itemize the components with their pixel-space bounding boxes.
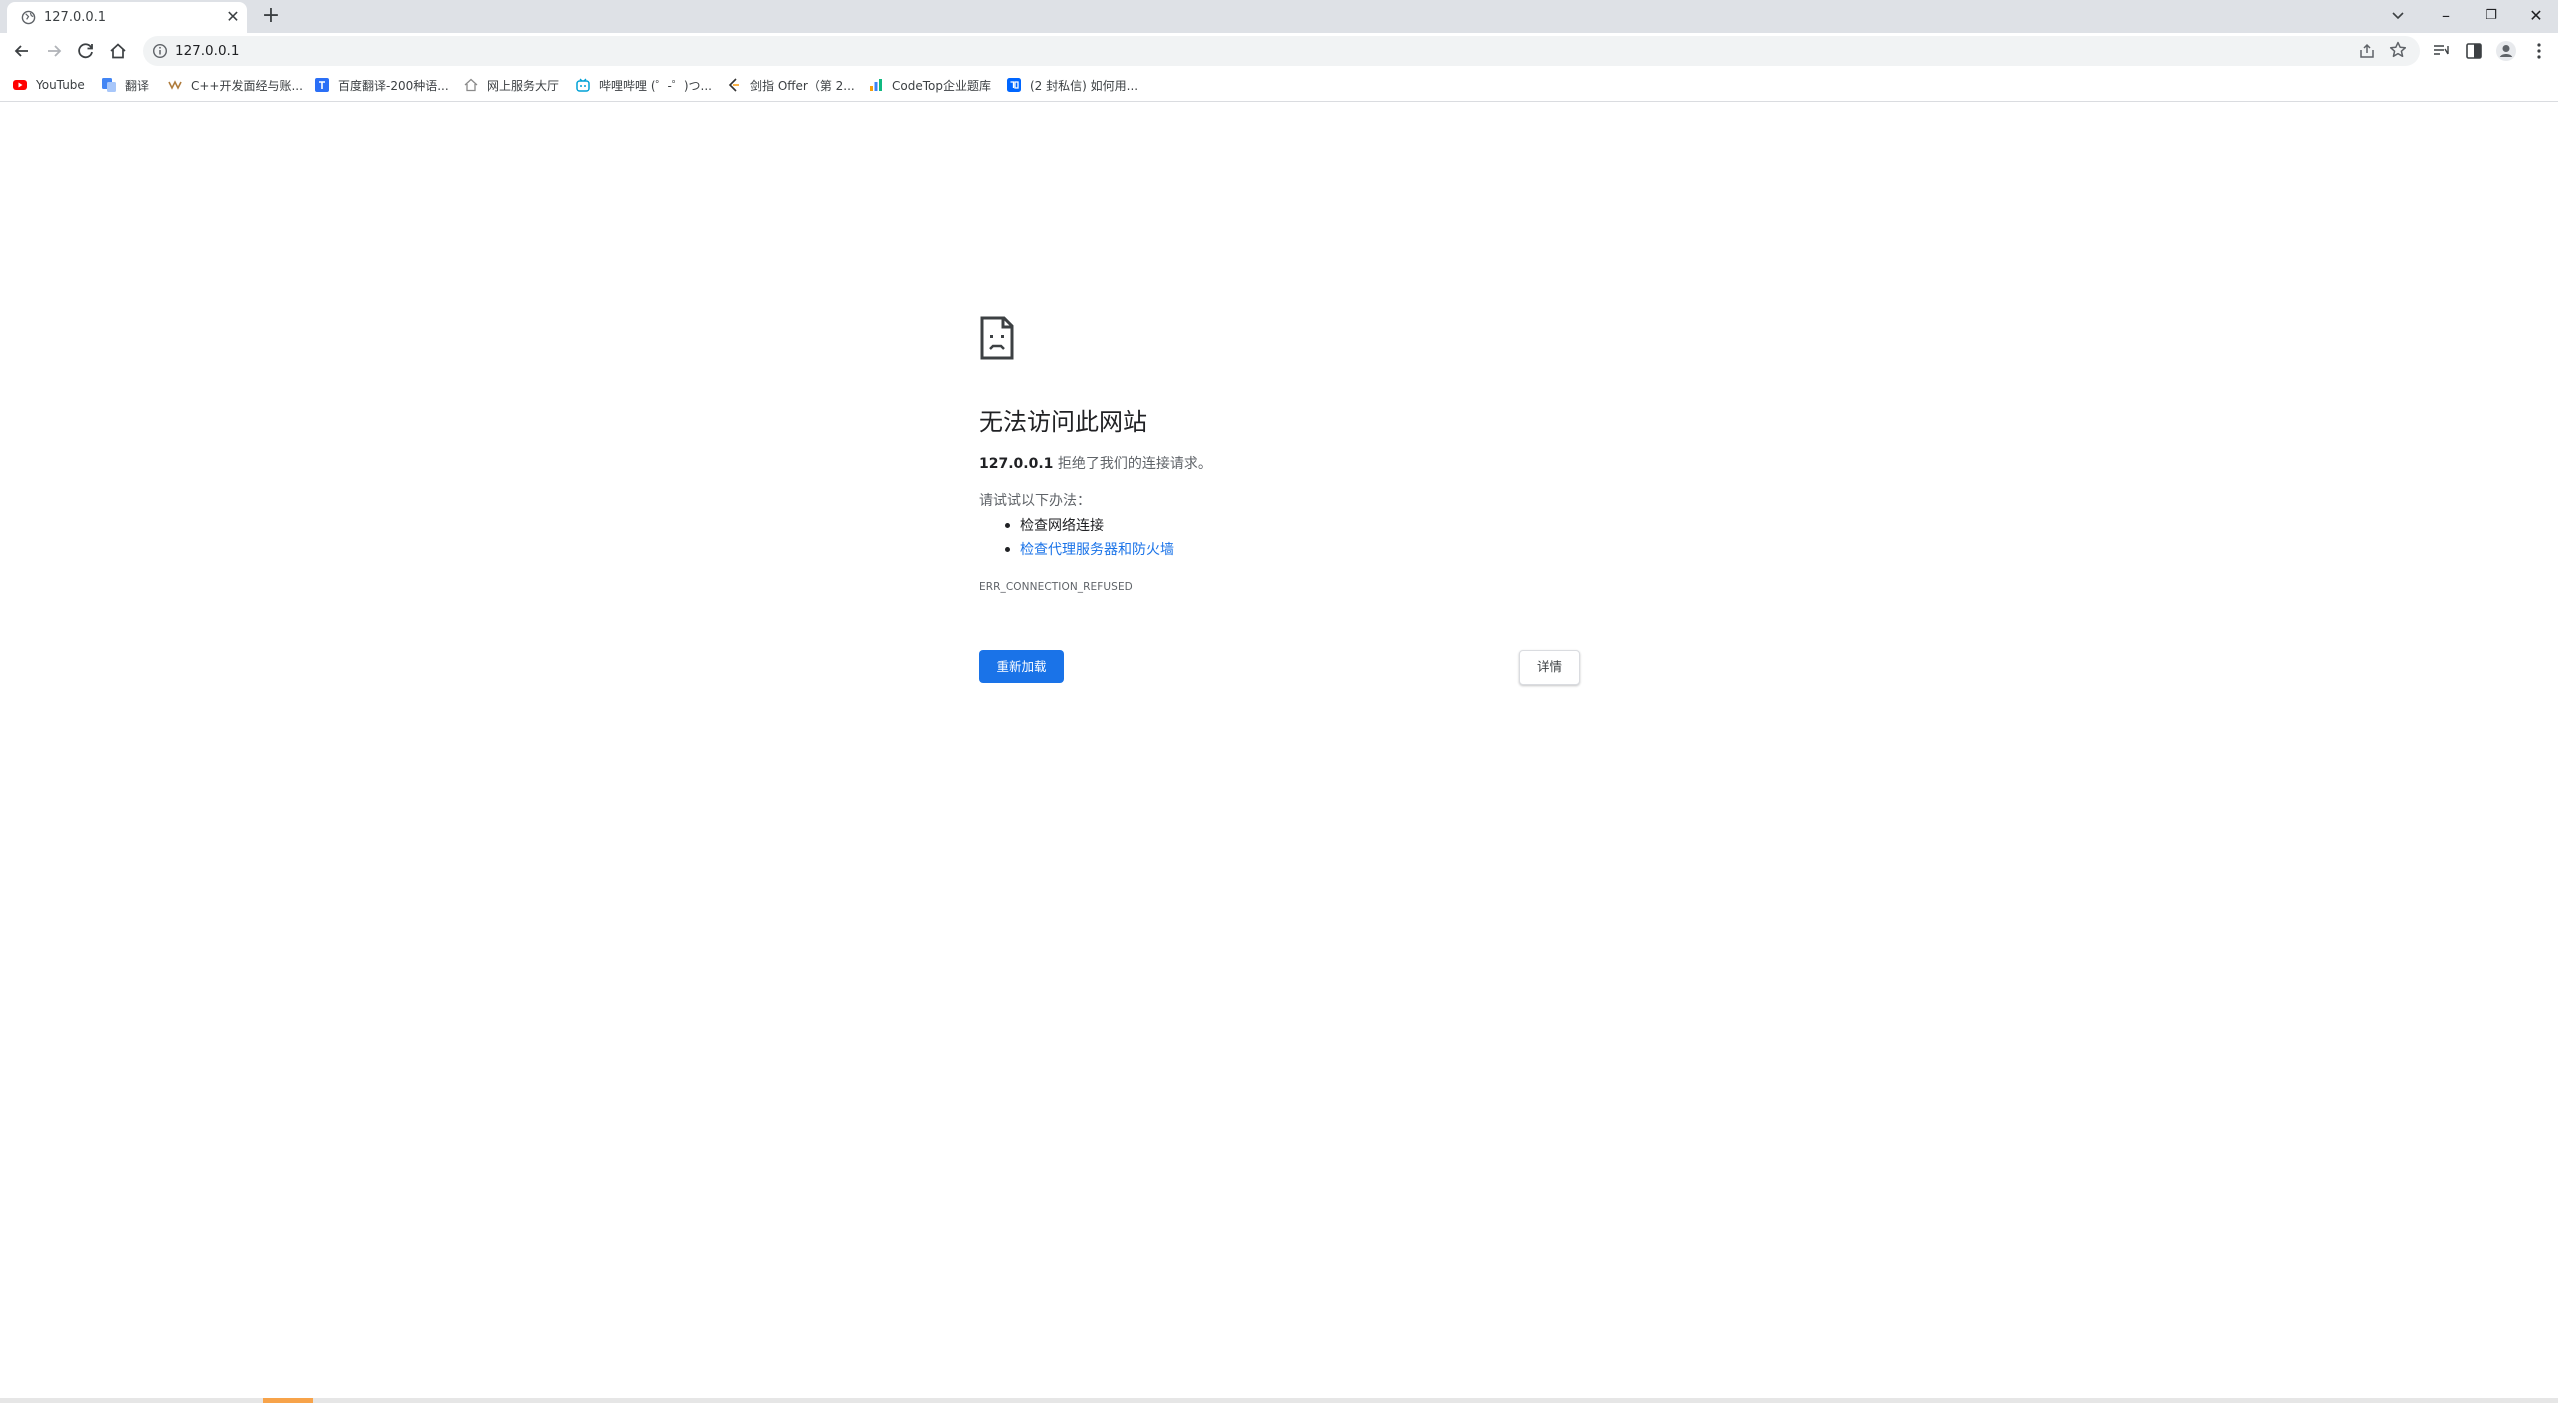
error-page: 无法访问此网站 127.0.0.1 拒绝了我们的连接请求。 请试试以下办法： 检… [0, 102, 2558, 1398]
star-icon[interactable] [2388, 40, 2408, 60]
tab-strip: 127.0.0.1 ✕ + – ❐ ✕ [0, 0, 2558, 33]
bookmark-label: 百度翻译-200种语... [338, 78, 449, 93]
new-tab-button[interactable]: + [260, 5, 282, 28]
side-panel-icon[interactable] [2463, 40, 2485, 62]
bookmark-label: (2 封私信) 如何用... [1030, 78, 1139, 93]
minimize-button[interactable]: – [2434, 4, 2458, 28]
bookmark-baidu-translate[interactable]: 百度翻译-200种语... [315, 76, 449, 94]
error-description-text: 拒绝了我们的连接请求。 [1053, 456, 1212, 472]
close-window-button[interactable]: ✕ [2524, 4, 2548, 28]
try-heading: 请试试以下办法： [979, 493, 1091, 509]
bookmark-codetop[interactable]: CodeTop企业题库 [869, 76, 991, 94]
tab-title: 127.0.0.1 [44, 10, 107, 25]
address-bar[interactable]: 127.0.0.1 [143, 36, 2420, 66]
chevron-down-icon[interactable] [2388, 6, 2408, 26]
back-arrow-icon[interactable] [11, 40, 33, 62]
share-icon[interactable] [2358, 42, 2376, 60]
taskbar-accent [263, 1398, 313, 1403]
restore-button[interactable]: ❐ [2479, 4, 2503, 28]
zhihu-icon [1007, 78, 1021, 92]
codetop-icon [870, 79, 882, 91]
suggestion-check-network: 检查网络连接 [1005, 515, 1104, 535]
details-button[interactable]: 详情 [1519, 650, 1580, 685]
url-text[interactable]: 127.0.0.1 [175, 43, 239, 59]
info-icon[interactable] [152, 43, 168, 59]
bottom-edge [0, 1398, 2558, 1403]
toolbar: 127.0.0.1 [0, 33, 2558, 69]
home-icon[interactable] [107, 40, 129, 62]
bookmark-label: 翻译 [125, 78, 150, 93]
bookmark-bilibili[interactable]: 哔哩哔哩 (゜-゜)つ... [576, 76, 712, 94]
bookmark-label: C++开发面经与账... [191, 78, 303, 93]
close-icon[interactable]: ✕ [225, 9, 241, 25]
bookmark-label: 网上服务大厅 [487, 78, 560, 93]
reload-button[interactable]: 重新加载 [979, 650, 1064, 683]
translate-icon [102, 78, 116, 92]
bookmark-label: 哔哩哔哩 (゜-゜)つ... [599, 78, 712, 93]
bookmark-cpp[interactable]: C++开发面经与账... [168, 76, 303, 94]
error-code: ERR_CONNECTION_REFUSED [979, 581, 1133, 593]
error-title: 无法访问此网站 [979, 408, 1147, 436]
more-menu-icon[interactable] [2528, 40, 2550, 62]
bookmark-youtube[interactable]: YouTube [13, 76, 85, 94]
baidu-translate-icon [315, 78, 329, 92]
bookmark-translate[interactable]: 翻译 [102, 76, 149, 94]
youtube-icon [13, 80, 27, 90]
suggestion-check-proxy-link[interactable]: 检查代理服务器和防火墙 [1005, 539, 1174, 559]
bookmark-label: CodeTop企业题库 [892, 78, 991, 93]
forward-arrow-icon[interactable] [43, 40, 65, 62]
sad-document-icon [980, 316, 1014, 360]
profile-avatar-icon[interactable] [2495, 40, 2517, 62]
error-host: 127.0.0.1 [979, 456, 1054, 472]
house-icon [464, 78, 478, 92]
bookmark-jianzhi-offer[interactable]: 剑指 Offer（第 2... [727, 76, 855, 94]
globe-icon [21, 10, 36, 25]
bookmark-zhihu[interactable]: (2 封私信) 如何用... [1007, 76, 1138, 94]
bookmark-label: 剑指 Offer（第 2... [750, 78, 855, 93]
error-description: 127.0.0.1 拒绝了我们的连接请求。 [979, 453, 1212, 473]
leetcode-icon [728, 78, 739, 92]
reading-list-icon[interactable] [2430, 40, 2452, 62]
tab-active[interactable]: 127.0.0.1 ✕ [7, 2, 247, 33]
bilibili-icon [576, 78, 590, 92]
site-icon [168, 80, 182, 90]
reload-icon[interactable] [75, 40, 97, 62]
bookmark-service-hall[interactable]: 网上服务大厅 [464, 76, 559, 94]
bookmark-label: YouTube [36, 78, 85, 92]
bookmarks-bar: YouTube 翻译 C++开发面经与账... 百度翻译-200种语... 网上… [0, 69, 2558, 102]
